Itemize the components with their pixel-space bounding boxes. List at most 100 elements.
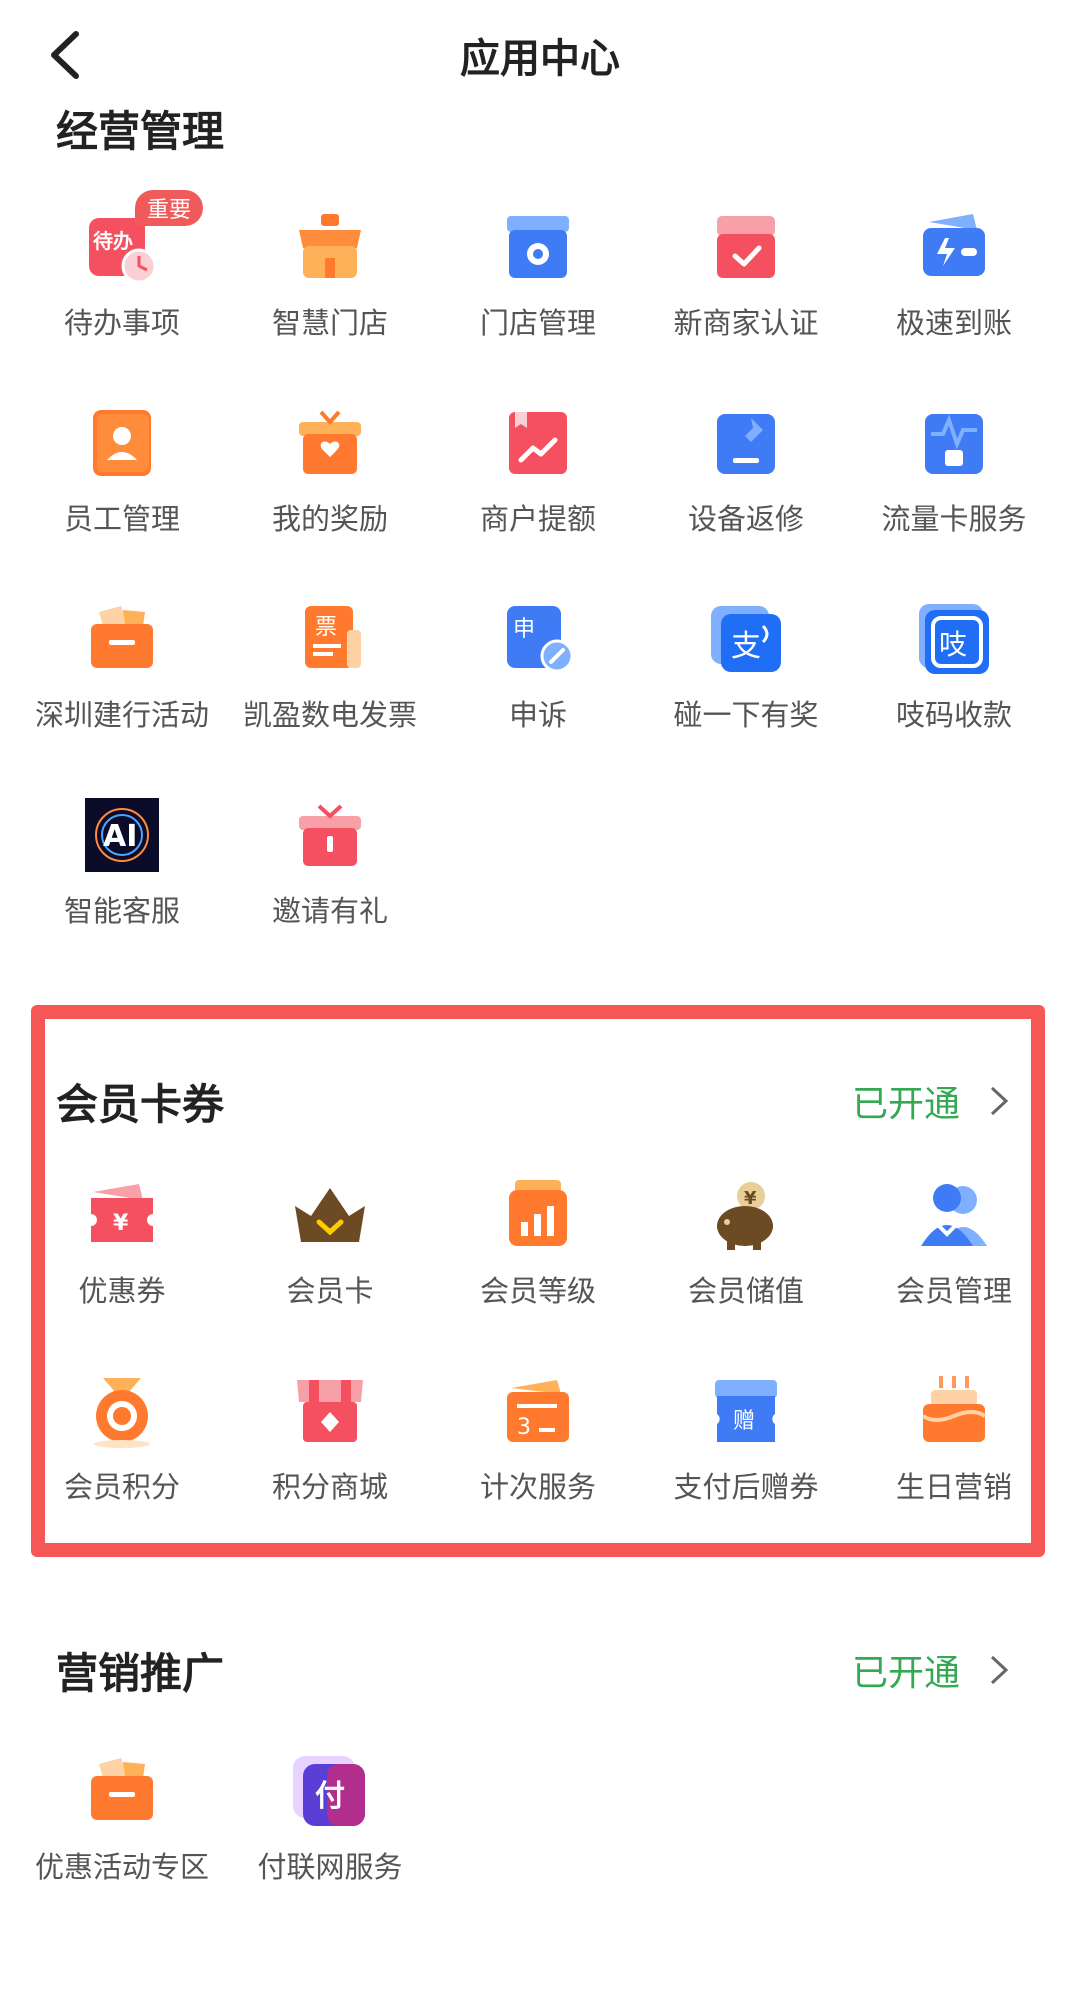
- app-label: 智能客服: [63, 894, 180, 928]
- top-bar: 应用中心: [0, 0, 1080, 110]
- section-title-business: 经营管理: [56, 107, 225, 156]
- app-label: 碰一下有奖: [673, 698, 819, 732]
- app-member-level[interactable]: 会员等级: [434, 1146, 642, 1342]
- app-label: 智慧门店: [271, 306, 388, 340]
- important-badge: 重要: [135, 190, 204, 226]
- trend-up-icon: [509, 412, 567, 474]
- app-label: 深圳建行活动: [34, 698, 209, 732]
- birthday-cake-icon: [921, 1376, 987, 1442]
- app-member-stored-value[interactable]: ¥ 会员储值: [642, 1146, 850, 1342]
- app-label: 凯盈数电发票: [242, 698, 417, 732]
- app-label: 新商家认证: [673, 306, 819, 340]
- svg-text:付: 付: [315, 1779, 345, 1814]
- app-label: 支付后赠券: [673, 1470, 819, 1504]
- app-label: 门店管理: [479, 306, 596, 340]
- app-staff-management[interactable]: 员工管理: [18, 374, 226, 570]
- promotion-box-icon: [91, 1758, 153, 1820]
- chevron-right-icon: [990, 1655, 1009, 1685]
- app-fu-network-service[interactable]: 付 付联网服务: [226, 1722, 434, 1918]
- piggy-bank-icon: ¥: [717, 1182, 773, 1250]
- app-my-rewards[interactable]: 我的奖励: [226, 374, 434, 570]
- app-label: 生日营销: [895, 1470, 1012, 1504]
- app-promotion-zone[interactable]: 优惠活动专区: [18, 1722, 226, 1918]
- ai-assistant-icon: AI: [85, 798, 159, 872]
- app-label: 优惠活动专区: [34, 1850, 209, 1884]
- mall-storefront-icon: [297, 1380, 363, 1442]
- svg-text:3: 3: [517, 1415, 531, 1440]
- app-label: 待办事项: [63, 306, 180, 340]
- app-label: 员工管理: [63, 502, 180, 536]
- app-appeal[interactable]: 申 申诉: [434, 570, 642, 766]
- merchant-verify-icon: [717, 216, 775, 278]
- appeal-edit-icon: 申: [507, 606, 574, 673]
- points-medal-icon: [94, 1378, 150, 1448]
- wallet-lightning-icon: [923, 214, 985, 276]
- store-management-icon: [507, 216, 569, 278]
- crown-card-icon: [295, 1188, 365, 1242]
- app-shenzhen-ccb-event[interactable]: 深圳建行活动: [18, 570, 226, 766]
- app-label: 会员管理: [895, 1274, 1012, 1308]
- app-ai-customer-service[interactable]: AI 智能客服: [18, 766, 226, 962]
- app-e-invoice[interactable]: 票 凯盈数电发票: [226, 570, 434, 766]
- app-merchant-limit-increase[interactable]: 商户提额: [434, 374, 642, 570]
- svg-text:支: 支: [731, 629, 761, 664]
- app-invite-gift[interactable]: 邀请有礼: [226, 766, 434, 962]
- fu-network-icon: 付: [293, 1756, 365, 1826]
- count-card-icon: 3: [507, 1380, 569, 1442]
- app-todo[interactable]: 待办 重要 待办事项: [18, 178, 226, 374]
- svg-text:AI: AI: [103, 819, 137, 854]
- app-label: 优惠券: [78, 1274, 166, 1308]
- marketing-opened-link[interactable]: 已开通: [852, 1644, 1010, 1696]
- section-title-member: 会员卡券: [56, 1080, 225, 1129]
- app-count-service[interactable]: 3 计次服务: [434, 1342, 642, 1538]
- member-opened-link[interactable]: 已开通: [852, 1075, 1010, 1127]
- app-label: 计次服务: [479, 1470, 596, 1504]
- app-member-points[interactable]: 会员积分: [18, 1342, 226, 1538]
- event-box-icon: [91, 606, 153, 668]
- coupon-icon: ¥: [91, 1184, 153, 1242]
- invoice-icon: 票: [305, 606, 361, 668]
- zhi-code-icon: 吱: [919, 604, 989, 674]
- app-store-management[interactable]: 门店管理: [434, 178, 642, 374]
- gift-icon: [299, 804, 361, 866]
- svg-text:票: 票: [315, 615, 337, 640]
- app-data-card-service[interactable]: 流量卡服务: [850, 374, 1058, 570]
- app-label: 极速到账: [895, 306, 1012, 340]
- svg-text:赠: 赠: [733, 1409, 755, 1434]
- app-label: 设备返修: [687, 502, 804, 536]
- app-member-card[interactable]: 会员卡: [226, 1146, 434, 1342]
- app-label: 积分商城: [271, 1470, 388, 1504]
- app-label: 商户提额: [479, 502, 596, 536]
- svg-text:吱: 吱: [939, 628, 967, 661]
- gift-coupon-icon: 赠: [715, 1380, 777, 1442]
- app-smart-store[interactable]: 智慧门店: [226, 178, 434, 374]
- app-birthday-marketing[interactable]: 生日营销: [850, 1342, 1058, 1538]
- app-label: 会员积分: [63, 1470, 180, 1504]
- svg-text:¥: ¥: [744, 1188, 757, 1209]
- app-label: 会员等级: [479, 1274, 596, 1308]
- app-coupon[interactable]: ¥ 优惠券: [18, 1146, 226, 1342]
- app-label: 吱码收款: [895, 698, 1012, 732]
- app-device-repair[interactable]: 设备返修: [642, 374, 850, 570]
- app-tap-to-win[interactable]: 支 碰一下有奖: [642, 570, 850, 766]
- app-label: 会员卡: [286, 1274, 374, 1308]
- app-label: 流量卡服务: [881, 502, 1027, 536]
- app-label: 会员储值: [687, 1274, 804, 1308]
- app-zhi-code-payment[interactable]: 吱 吱码收款: [850, 570, 1058, 766]
- app-merchant-verification[interactable]: 新商家认证: [642, 178, 850, 374]
- wrench-icon: [717, 414, 775, 474]
- level-chart-icon: [509, 1180, 567, 1246]
- app-fast-settlement[interactable]: 极速到账: [850, 178, 1058, 374]
- app-member-management[interactable]: 会员管理: [850, 1146, 1058, 1342]
- chevron-right-icon: [990, 1086, 1009, 1116]
- app-points-mall[interactable]: 积分商城: [226, 1342, 434, 1538]
- smart-store-icon: [299, 214, 361, 278]
- app-label: 付联网服务: [257, 1850, 403, 1884]
- app-label: 我的奖励: [271, 502, 388, 536]
- alipay-tap-icon: 支: [711, 606, 781, 672]
- app-post-payment-coupon[interactable]: 赠 支付后赠券: [642, 1342, 850, 1538]
- member-status-text: 已开通: [851, 1084, 960, 1125]
- data-card-icon: [925, 414, 983, 474]
- member-users-icon: [921, 1184, 987, 1246]
- section-title-marketing: 营销推广: [56, 1649, 225, 1698]
